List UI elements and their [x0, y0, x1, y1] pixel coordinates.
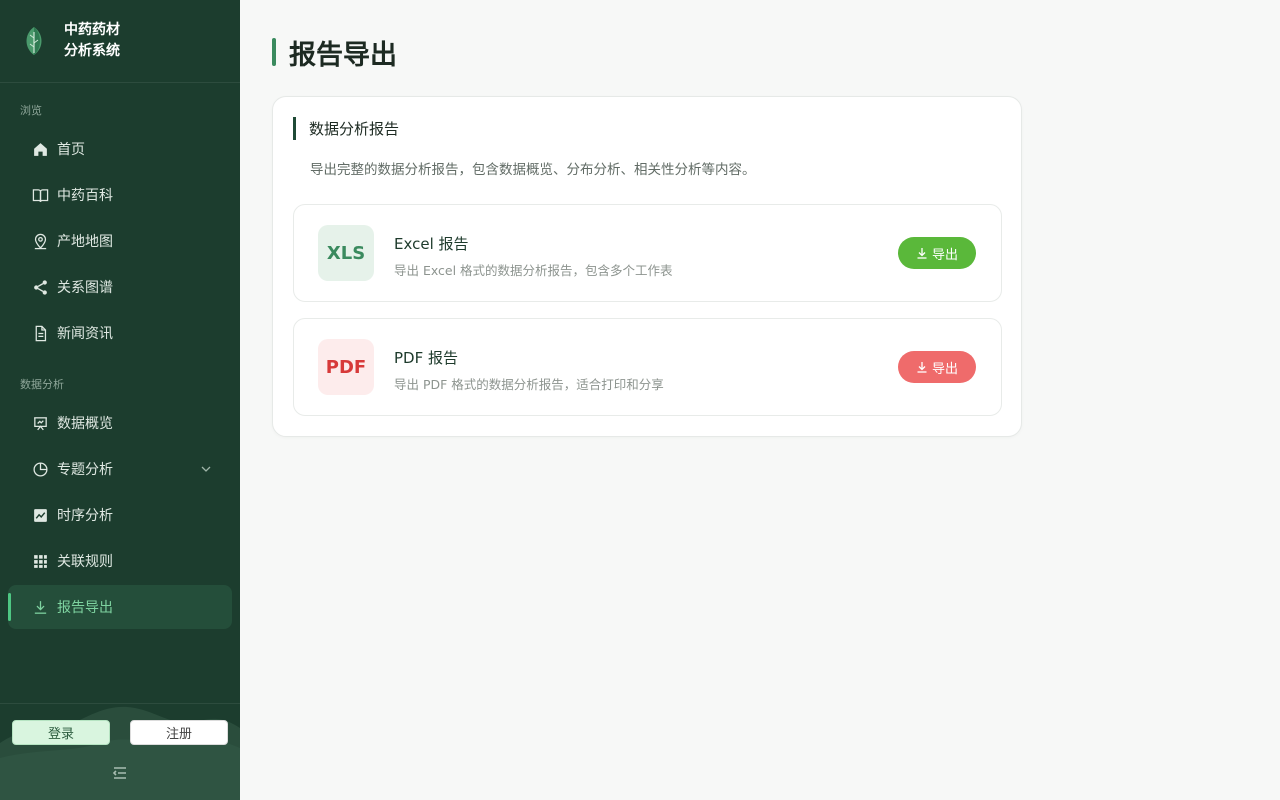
share-icon [31, 278, 49, 296]
sidebar-item-label: 专题分析 [57, 462, 113, 478]
sidebar-item-topic-analysis[interactable]: 专题分析 [8, 447, 232, 491]
book-icon [31, 186, 49, 204]
sidebar-item-label: 首页 [57, 142, 85, 158]
brand[interactable]: 中药药材 分析系统 [0, 0, 240, 83]
sidebar: 中药药材 分析系统 浏览 首页 中药百科 产地地图 关系图谱 新闻资讯 数据分析… [0, 0, 240, 800]
page-title: 报告导出 [272, 37, 397, 71]
sidebar-item-label: 关系图谱 [57, 280, 113, 296]
sidebar-item-label: 产地地图 [57, 234, 113, 250]
download-icon [31, 598, 49, 616]
home-icon [31, 140, 49, 158]
section-description: 导出完整的数据分析报告，包含数据概览、分布分析、相关性分析等内容。 [310, 162, 756, 178]
login-button[interactable]: 登录 [12, 720, 110, 745]
title-accent-bar [272, 38, 276, 66]
export-description: 导出 PDF 格式的数据分析报告，适合打印和分享 [394, 377, 664, 392]
collapse-menu-icon[interactable] [112, 766, 128, 780]
section-accent-bar [293, 117, 296, 140]
export-row-pdf: PDF PDF 报告 导出 PDF 格式的数据分析报告，适合打印和分享 导出 [293, 318, 1002, 416]
group-label-analysis: 数据分析 [20, 378, 64, 391]
sidebar-item-encyclopedia[interactable]: 中药百科 [8, 173, 232, 217]
sidebar-item-association-rules[interactable]: 关联规则 [8, 539, 232, 583]
sidebar-item-label: 数据概览 [57, 416, 113, 432]
report-card: 数据分析报告 导出完整的数据分析报告，包含数据概览、分布分析、相关性分析等内容。… [272, 96, 1022, 437]
export-pdf-button[interactable]: 导出 [898, 351, 976, 383]
export-name: PDF 报告 [394, 349, 458, 367]
section-title-text: 数据分析报告 [309, 120, 400, 138]
sidebar-item-timeseries[interactable]: 时序分析 [8, 493, 232, 537]
sidebar-item-label: 报告导出 [57, 600, 113, 616]
pdf-file-icon: PDF [318, 339, 374, 395]
export-description: 导出 Excel 格式的数据分析报告，包含多个工作表 [394, 263, 673, 278]
chevron-down-icon[interactable] [200, 463, 212, 475]
sidebar-item-relation-graph[interactable]: 关系图谱 [8, 265, 232, 309]
presentation-icon [31, 414, 49, 432]
pie-chart-icon [31, 460, 49, 478]
sidebar-item-origin-map[interactable]: 产地地图 [8, 219, 232, 263]
sidebar-item-data-overview[interactable]: 数据概览 [8, 401, 232, 445]
line-chart-icon [31, 506, 49, 524]
export-excel-button[interactable]: 导出 [898, 237, 976, 269]
sidebar-footer: 登录 注册 [0, 703, 240, 800]
download-icon [917, 362, 927, 373]
xls-file-icon: XLS [318, 225, 374, 281]
download-icon [917, 248, 927, 259]
app-title: 中药药材 分析系统 [64, 20, 128, 62]
export-button-label: 导出 [931, 247, 958, 263]
leaf-logo-icon [26, 27, 42, 55]
sidebar-item-report-export[interactable]: 报告导出 [8, 585, 232, 629]
sidebar-item-label: 新闻资讯 [57, 326, 113, 342]
sidebar-item-label: 时序分析 [57, 508, 113, 524]
grid-icon [31, 552, 49, 570]
export-button-label: 导出 [931, 361, 958, 377]
register-button[interactable]: 注册 [130, 720, 228, 745]
page-title-text: 报告导出 [289, 39, 397, 71]
app-title-line2: 分析系统 [64, 43, 120, 59]
mountain-decoration [0, 706, 240, 800]
sidebar-item-label: 中药百科 [57, 188, 113, 204]
sidebar-item-label: 关联规则 [57, 554, 113, 570]
map-pin-icon [31, 232, 49, 250]
document-icon [31, 324, 49, 342]
group-label-browse: 浏览 [20, 104, 42, 117]
sidebar-item-home[interactable]: 首页 [8, 127, 232, 171]
app-title-line1: 中药药材 [64, 22, 120, 38]
section-title: 数据分析报告 [293, 117, 399, 140]
sidebar-item-news[interactable]: 新闻资讯 [8, 311, 232, 355]
export-row-excel: XLS Excel 报告 导出 Excel 格式的数据分析报告，包含多个工作表 … [293, 204, 1002, 302]
export-name: Excel 报告 [394, 235, 469, 253]
